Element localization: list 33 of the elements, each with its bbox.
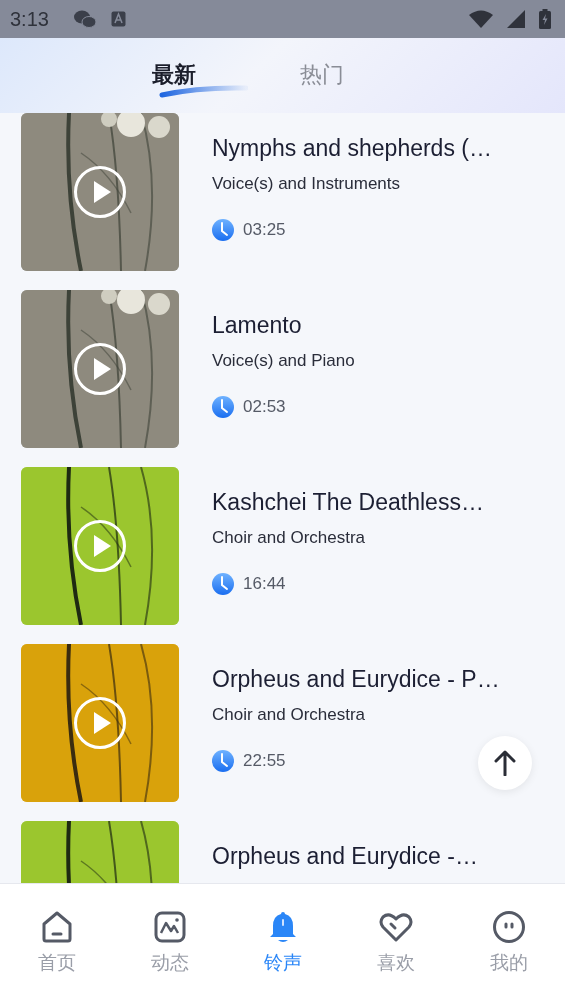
battery-icon xyxy=(539,9,551,29)
track-title[interactable]: Lamento xyxy=(212,312,355,339)
heart-icon xyxy=(378,910,413,944)
track-title[interactable]: Nymphs and shepherds (… xyxy=(212,135,492,162)
keyboard-icon xyxy=(110,11,126,27)
track-genre: Voice(s) and Piano xyxy=(212,351,355,371)
picture-frame-icon xyxy=(152,910,187,944)
track-genre: Choir and Orchestra xyxy=(212,705,367,725)
face-icon xyxy=(491,910,526,944)
track-title[interactable]: Kashchei The Deathless… xyxy=(212,489,484,516)
track-duration: 03:25 xyxy=(243,220,286,240)
nav-tab[interactable]: 铃声 xyxy=(247,910,318,978)
track-genre: Voice(s) and Instruments xyxy=(212,174,402,194)
track-duration: 22:55 xyxy=(243,751,286,771)
status-time: 3:13 xyxy=(10,7,49,31)
track-duration: 16:44 xyxy=(243,574,286,594)
play-icon[interactable] xyxy=(73,519,127,573)
clock-icon xyxy=(212,573,234,595)
wifi-icon xyxy=(469,10,493,28)
track-title[interactable]: Orpheus and Eurydice -… xyxy=(212,843,478,870)
tab[interactable]: 最新 xyxy=(150,60,198,90)
clock-icon xyxy=(212,750,234,772)
chat-bubbles-icon xyxy=(72,9,97,29)
play-icon[interactable] xyxy=(73,342,127,396)
track-title[interactable]: Orpheus and Eurydice - P… xyxy=(212,666,500,693)
track-genre: Choir and Orchestra xyxy=(212,528,367,548)
signal-icon xyxy=(507,10,525,28)
arrow-up-icon xyxy=(493,750,517,776)
clock-icon xyxy=(212,396,234,418)
clock-icon xyxy=(212,219,234,241)
track-duration: 02:53 xyxy=(243,397,286,417)
play-icon[interactable] xyxy=(73,165,127,219)
play-icon[interactable] xyxy=(73,696,127,750)
